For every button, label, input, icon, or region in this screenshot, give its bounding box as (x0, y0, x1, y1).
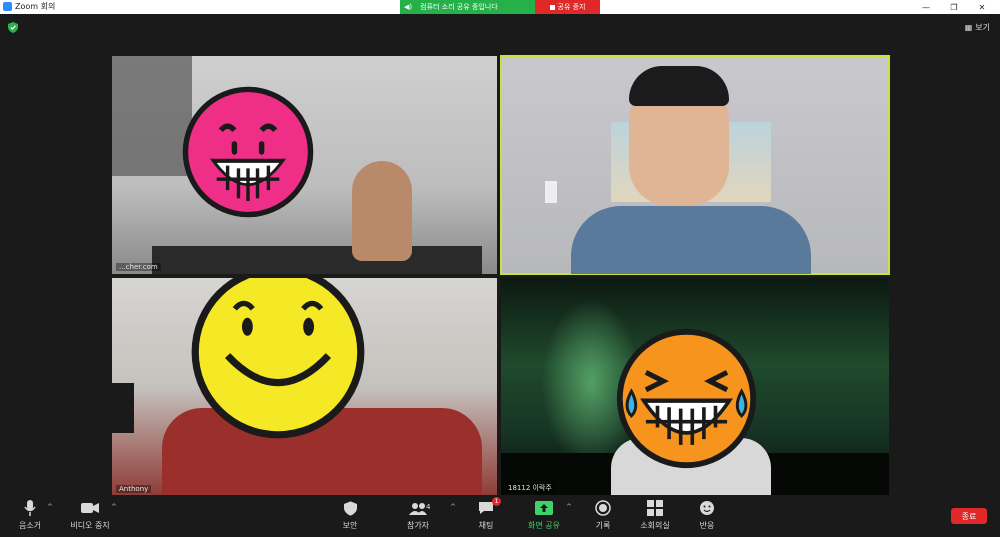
chat-label: 채팅 (478, 521, 494, 530)
meeting-toolbar: 음소거 ^ 비디오 중지 ^ 보안 4 참가자 ^ 1 채팅 화면 공유 ^ 기… (0, 495, 1000, 537)
shield-icon (343, 499, 357, 517)
title-bar: Zoom 회의 ◀) 컴퓨터 소리 공유 중입니다 공유 중지 — ❐ ✕ (0, 0, 1000, 14)
breakout-rooms-label: 소회의실 (640, 521, 670, 530)
maximize-button[interactable]: ❐ (940, 0, 968, 14)
record-label: 기록 (595, 521, 611, 530)
participants-button[interactable]: 4 참가자 (388, 499, 448, 531)
participants-count: 4 (426, 503, 431, 511)
record-icon (595, 499, 611, 517)
light-switch (545, 181, 557, 203)
reactions-label: 반응 (699, 521, 715, 530)
smiley-add-icon (699, 499, 715, 517)
participant-name: ...cher.com (116, 263, 161, 271)
end-label: 종료 (961, 511, 977, 521)
person-shirt (571, 206, 811, 274)
participants-options-caret[interactable]: ^ (450, 503, 456, 511)
zoom-logo-icon (3, 2, 12, 11)
window-title: Zoom 회의 (15, 2, 56, 11)
wall-screen (112, 383, 134, 433)
breakout-rooms-button[interactable]: 소회의실 (625, 499, 685, 531)
yellow-smile-emoji-icon (191, 278, 365, 439)
app-title: Zoom 회의 (3, 1, 55, 12)
stop-share-label: 공유 중지 (557, 3, 586, 11)
grid-icon: ▦ (964, 23, 973, 32)
pink-grin-emoji-icon (182, 86, 314, 218)
video-tile-3[interactable]: Anthony (112, 278, 497, 496)
participants-icon (409, 499, 427, 517)
share-screen-icon (535, 499, 553, 517)
share-options-caret[interactable]: ^ (566, 503, 572, 511)
encryption-shield-icon[interactable] (8, 22, 18, 33)
sharing-message: 컴퓨터 소리 공유 중입니다 (420, 3, 498, 11)
view-button[interactable]: ▦ 보기 (965, 22, 990, 33)
close-button[interactable]: ✕ (968, 0, 996, 14)
video-tile-4[interactable]: 18112 이락주 (501, 278, 889, 496)
participant-name: 18112 이락주 (505, 483, 555, 493)
video-camera-icon (81, 499, 99, 517)
view-label: 보기 (975, 23, 990, 32)
security-button[interactable]: 보안 (320, 499, 380, 531)
record-button[interactable]: 기록 (573, 499, 633, 531)
video-tile-2-active-speaker[interactable] (500, 55, 890, 275)
stop-icon (549, 4, 555, 10)
video-label: 비디오 중지 (70, 521, 110, 530)
minimize-button[interactable]: — (912, 0, 940, 14)
share-screen-label: 화면 공유 (528, 521, 560, 530)
thumbs-up-hand (352, 161, 412, 261)
reactions-button[interactable]: 반응 (677, 499, 737, 531)
mute-label: 음소거 (18, 521, 42, 530)
person-hair (629, 66, 729, 106)
chat-button[interactable]: 1 채팅 (456, 497, 516, 531)
participant-name: Anthony (116, 485, 152, 493)
microphone-icon (24, 499, 36, 517)
breakout-rooms-icon (647, 499, 663, 517)
share-banner: ◀) 컴퓨터 소리 공유 중입니다 공유 중지 (400, 0, 600, 14)
stop-share-button[interactable]: 공유 중지 (535, 0, 600, 14)
speaker-icon: ◀) (404, 3, 413, 11)
video-options-caret[interactable]: ^ (111, 503, 117, 511)
video-tile-1[interactable]: ...cher.com (112, 56, 497, 274)
chat-unread-badge: 1 (492, 497, 501, 506)
person-body (152, 246, 482, 274)
audio-options-caret[interactable]: ^ (47, 503, 53, 511)
share-screen-button[interactable]: 화면 공유 (514, 499, 574, 531)
participants-label: 참가자 (406, 521, 430, 530)
security-label: 보안 (342, 521, 358, 530)
end-meeting-button[interactable]: 종료 (951, 508, 987, 524)
sharing-audio-status: ◀) 컴퓨터 소리 공유 중입니다 (400, 0, 535, 14)
tears-of-joy-emoji-icon (616, 328, 757, 469)
